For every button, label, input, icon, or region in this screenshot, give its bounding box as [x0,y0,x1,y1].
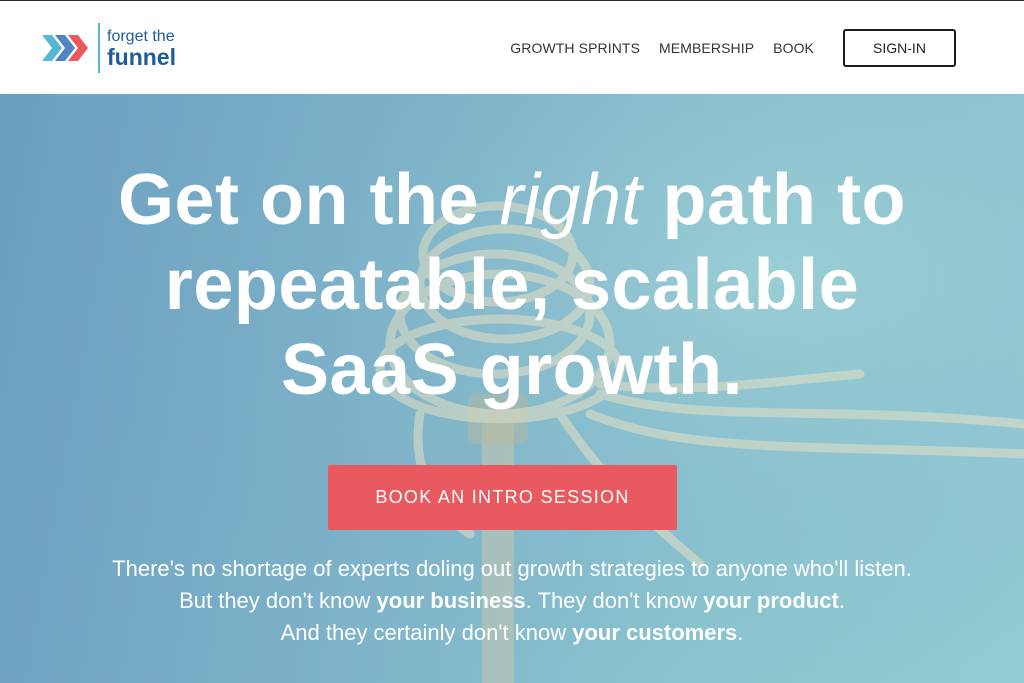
hero-description: There's no shortage of experts doling ou… [0,553,1024,649]
site-logo[interactable]: forget the funnel [40,23,176,73]
description-line-1: There's no shortage of experts doling ou… [112,556,912,581]
nav-membership[interactable]: MEMBERSHIP [659,40,754,56]
logo-text-big: funnel [107,44,176,70]
logo-wordmark: forget the funnel [107,27,176,69]
sign-in-button[interactable]: SIGN-IN [843,29,956,67]
main-nav: GROWTH SPRINTS MEMBERSHIP BOOK SIGN-IN [510,29,956,67]
headline-line-1: Get on the right path to [117,160,906,240]
description-line-2: But they don't know your business. They … [179,588,845,613]
nav-growth-sprints[interactable]: GROWTH SPRINTS [510,40,640,56]
headline-line-2: repeatable, scalable [164,245,860,325]
headline-emphasis: right [499,160,643,240]
hero-headline: Get on the right path to repeatable, sca… [0,158,1024,413]
hero-section: Get on the right path to repeatable, sca… [0,94,1024,683]
headline-line-3: SaaS growth. [280,330,744,410]
chevrons-logo-icon [42,35,88,61]
site-header: forget the funnel GROWTH SPRINTS MEMBERS… [0,1,1024,94]
logo-divider [98,23,100,73]
logo-text-small: forget the [107,28,175,45]
description-line-3: And they certainly don't know your custo… [280,620,744,645]
nav-book[interactable]: BOOK [773,40,814,56]
book-intro-session-button[interactable]: BOOK AN INTRO SESSION [328,465,677,530]
